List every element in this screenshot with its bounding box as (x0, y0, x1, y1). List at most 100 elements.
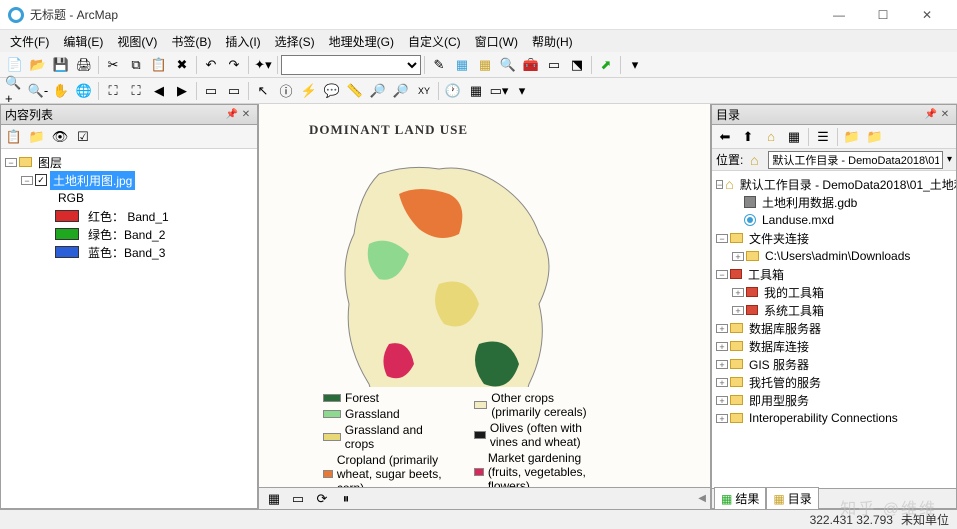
toc-layer[interactable]: − ✓ 土地利用图.jpg (5, 171, 253, 189)
measure-button[interactable]: 📏 (344, 80, 366, 102)
add-data-button[interactable]: ✦▾ (252, 54, 274, 76)
expand-icon[interactable]: − (716, 234, 728, 243)
layer-checkbox[interactable]: ✓ (35, 174, 47, 186)
arctoolbox-button[interactable]: 🧰 (520, 54, 542, 76)
expand-icon[interactable]: + (732, 288, 744, 297)
time-slider-button[interactable]: 🕐 (442, 80, 464, 102)
menu-item[interactable]: 文件(F) (4, 31, 55, 52)
cat-mxd[interactable]: Landuse.mxd (716, 211, 952, 229)
redo-button[interactable]: ↷ (223, 54, 245, 76)
expand-icon[interactable]: + (732, 306, 744, 315)
list-by-visibility-button[interactable]: 👁 (49, 126, 71, 148)
georef-button[interactable]: ⬈ (595, 54, 617, 76)
list-by-selection-button[interactable]: ☑ (72, 126, 94, 148)
layout-view-button[interactable]: ▭ (287, 488, 309, 510)
fixed-zoom-in-button[interactable]: ⛶ (102, 80, 124, 102)
toc-close-button[interactable]: ✕ (239, 108, 253, 122)
catalog-pin-button[interactable]: 📌 (924, 108, 938, 122)
delete-button[interactable]: ✖ (171, 54, 193, 76)
minimize-button[interactable]: — (817, 1, 861, 29)
menu-item[interactable]: 地理处理(G) (323, 31, 400, 52)
search-button[interactable]: 🔍 (497, 54, 519, 76)
location-dropdown[interactable]: ▾ (947, 154, 952, 165)
data-view-button[interactable]: ▦ (263, 488, 285, 510)
menu-item[interactable]: 编辑(E) (57, 31, 109, 52)
cat-toggle-button[interactable]: ▦ (783, 126, 805, 148)
scale-combo[interactable] (281, 55, 421, 75)
dropdown2-button[interactable]: ▾ (511, 80, 533, 102)
cat-disconnect-button[interactable]: 📁 (864, 126, 886, 148)
modelbuilder-button[interactable]: ⬔ (566, 54, 588, 76)
identify-button[interactable]: ⓘ (275, 80, 297, 102)
prev-extent-button[interactable]: ◀ (148, 80, 170, 102)
cat-home-button[interactable]: ⌂ (760, 126, 782, 148)
expand-icon[interactable]: + (716, 324, 728, 333)
open-button[interactable]: 📂 (27, 54, 49, 76)
create-viewer-button[interactable]: ▦ (465, 80, 487, 102)
menu-item[interactable]: 视图(V) (111, 31, 163, 52)
list-by-source-button[interactable]: 📁 (26, 126, 48, 148)
pan-button[interactable]: ✋ (50, 80, 72, 102)
toc-composite[interactable]: RGB (5, 189, 253, 207)
catalog-tab[interactable]: ▦目录 (766, 487, 818, 510)
toc-band[interactable]: 红色： Band_1 (5, 207, 253, 225)
expand-icon[interactable]: − (21, 176, 33, 185)
html-popup-button[interactable]: 💬 (321, 80, 343, 102)
toc-button[interactable]: ▦ (451, 54, 473, 76)
cat-root[interactable]: − ⌂ 默认工作目录 - DemoData2018\01_土地利 (716, 175, 952, 193)
catalog-close-button[interactable]: ✕ (938, 108, 952, 122)
fixed-zoom-out-button[interactable]: ⛶ (125, 80, 147, 102)
select-features-button[interactable]: ▭ (200, 80, 222, 102)
cat-other-item[interactable]: +GIS 服务器 (716, 355, 952, 373)
toc-root[interactable]: − 图层 (5, 153, 253, 171)
menu-item[interactable]: 插入(I) (219, 31, 266, 52)
cat-other-item[interactable]: +即用型服务 (716, 391, 952, 409)
cat-folderconn[interactable]: − 文件夹连接 (716, 229, 952, 247)
clear-selection-button[interactable]: ▭ (223, 80, 245, 102)
dropdown-button[interactable]: ▾ (624, 54, 646, 76)
full-extent-button[interactable]: 🌐 (73, 80, 95, 102)
cat-back-button[interactable]: ⬅ (714, 126, 736, 148)
goto-xy-button[interactable]: XY (413, 80, 435, 102)
refresh-button[interactable]: ⟳ (311, 488, 333, 510)
expand-icon[interactable]: − (5, 158, 17, 167)
maximize-button[interactable]: ☐ (861, 1, 905, 29)
pause-button[interactable]: ⏸ (335, 488, 357, 510)
menu-item[interactable]: 选择(S) (269, 31, 321, 52)
location-input[interactable] (768, 151, 943, 169)
find-button[interactable]: 🔎 (367, 80, 389, 102)
cat-up-button[interactable]: ⬆ (737, 126, 759, 148)
pointer-button[interactable]: ↖ (252, 80, 274, 102)
cat-connect-button[interactable]: 📁 (841, 126, 863, 148)
cat-other-item[interactable]: +我托管的服务 (716, 373, 952, 391)
catalog-button[interactable]: ▦ (474, 54, 496, 76)
find-route-button[interactable]: 🔎 (390, 80, 412, 102)
zoom-in-button[interactable]: 🔍+ (4, 80, 26, 102)
next-extent-button[interactable]: ▶ (171, 80, 193, 102)
expand-icon[interactable]: + (716, 414, 728, 423)
expand-icon[interactable]: + (732, 252, 744, 261)
zoom-out-button[interactable]: 🔍- (27, 80, 49, 102)
results-tab[interactable]: ▦结果 (714, 487, 766, 510)
cat-list-button[interactable]: ☰ (812, 126, 834, 148)
expand-icon[interactable]: + (716, 378, 728, 387)
python-button[interactable]: ▭ (543, 54, 565, 76)
menu-item[interactable]: 帮助(H) (526, 31, 579, 52)
editor-toolbar-button[interactable]: ✎ (428, 54, 450, 76)
toc-band[interactable]: 绿色：Band_2 (5, 225, 253, 243)
cat-systoolbox[interactable]: + 系统工具箱 (716, 301, 952, 319)
expand-icon[interactable]: + (716, 360, 728, 369)
save-button[interactable]: 💾 (50, 54, 72, 76)
expand-icon[interactable]: − (716, 180, 723, 189)
cat-other-item[interactable]: +数据库服务器 (716, 319, 952, 337)
cat-other-item[interactable]: +数据库连接 (716, 337, 952, 355)
menu-item[interactable]: 窗口(W) (469, 31, 524, 52)
new-button[interactable]: 📄 (4, 54, 26, 76)
print-button[interactable]: 🖨 (73, 54, 95, 76)
overview-button[interactable]: ▭▾ (488, 80, 510, 102)
expand-icon[interactable]: + (716, 342, 728, 351)
close-button[interactable]: ✕ (905, 1, 949, 29)
cat-toolbox[interactable]: − 工具箱 (716, 265, 952, 283)
menu-item[interactable]: 书签(B) (165, 31, 217, 52)
toc-pin-button[interactable]: 📌 (225, 108, 239, 122)
